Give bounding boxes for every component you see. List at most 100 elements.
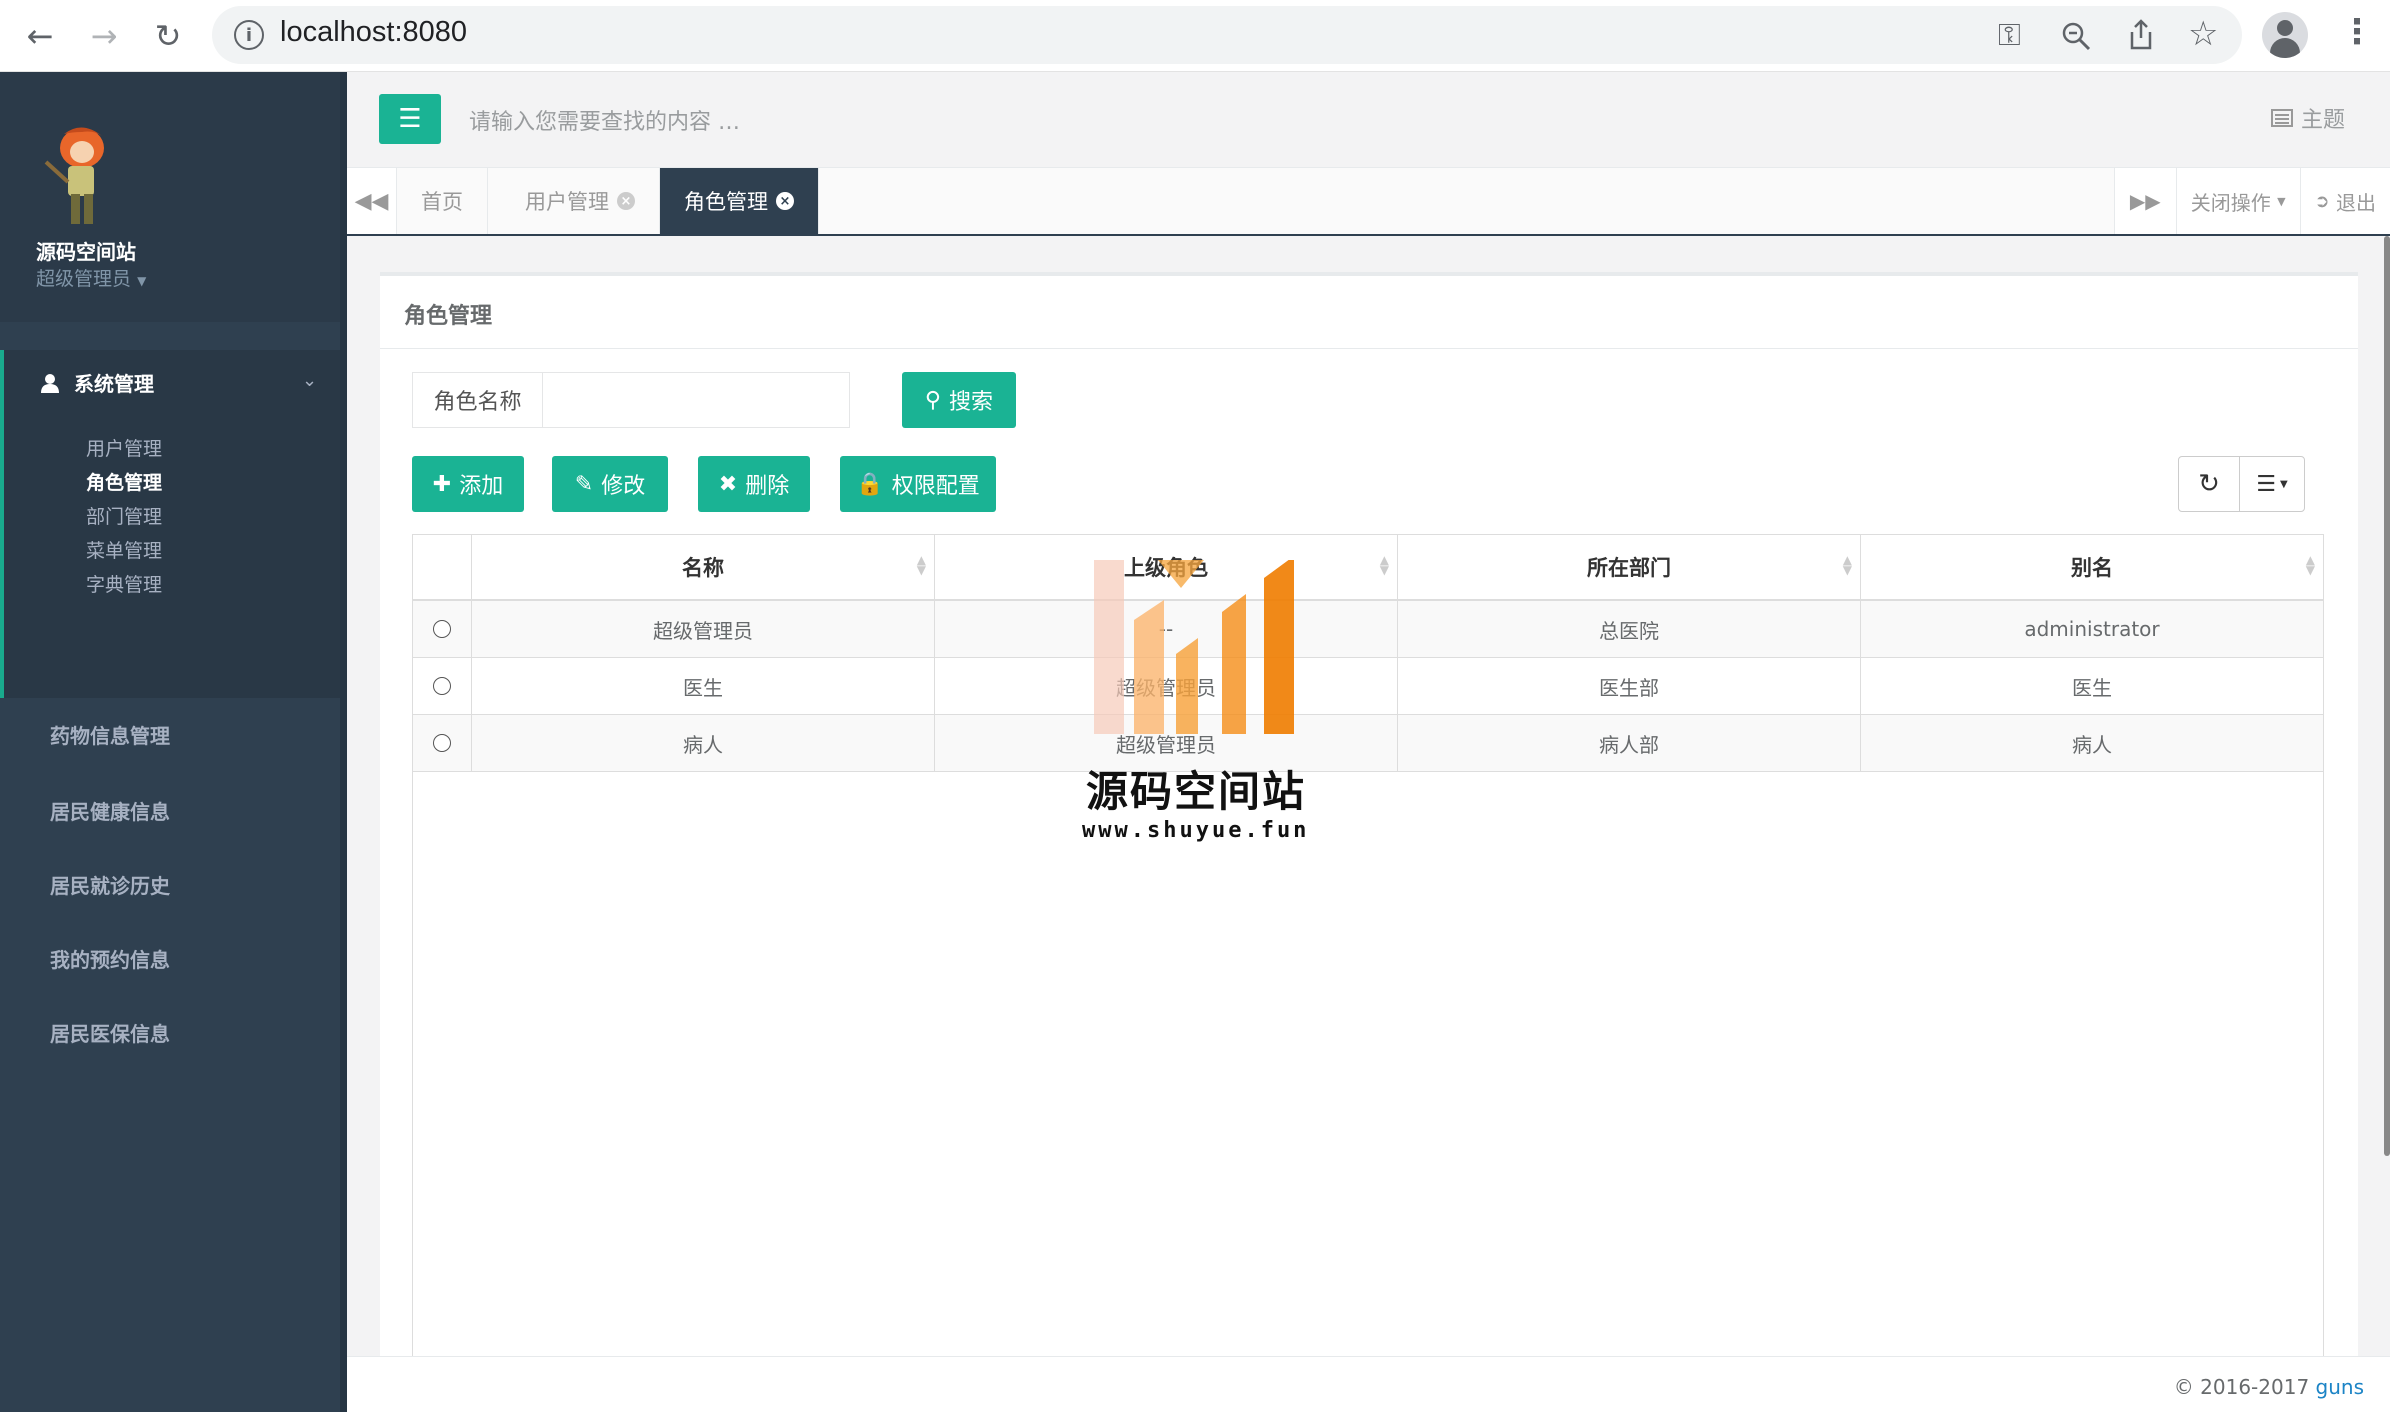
tab-users[interactable]: 用户管理 × <box>501 168 660 234</box>
columns-dropdown[interactable]: ☰ ▼ <box>2239 456 2305 512</box>
url-text[interactable]: localhost:8080 <box>280 16 467 49</box>
close-icon[interactable]: × <box>617 192 635 210</box>
column-header-dept[interactable]: 所在部门 ▲ ▼ <box>1397 535 1860 599</box>
delete-button[interactable]: ✖ 删除 <box>698 456 810 512</box>
search-label: 角色名称 <box>412 372 542 428</box>
theme-button[interactable]: 主题 <box>2271 102 2345 134</box>
sidebar: 源码空间站 超级管理员 ▼ 系统管理 ⌄ 用户管理 角色管理 部门管理 菜单管理… <box>0 72 347 1412</box>
close-ops-label: 关闭操作 <box>2190 190 2271 215</box>
panel-title: 角色管理 <box>404 304 493 329</box>
sidebar-item-appointments[interactable]: 我的预约信息 <box>50 944 170 973</box>
edit-button[interactable]: ✎ 修改 <box>552 456 668 512</box>
column-header-name[interactable]: 名称 ▲ ▼ <box>471 535 934 599</box>
info-icon[interactable]: i <box>234 20 264 50</box>
scrollbar[interactable] <box>2384 236 2390 1156</box>
sidebar-item-label: 系统管理 <box>74 372 154 396</box>
sidebar-item-insurance[interactable]: 居民医保信息 <box>50 1018 170 1047</box>
table-row[interactable]: 病人 超级管理员 病人部 病人 <box>413 715 2323 772</box>
reload-icon[interactable]: ↻ <box>146 14 190 58</box>
plus-icon: ✚ <box>432 471 452 497</box>
global-search-input[interactable]: 请输入您需要查找的内容 … <box>469 104 740 136</box>
radio-icon[interactable] <box>433 620 451 638</box>
delete-label: 删除 <box>745 474 790 499</box>
sidebar-item-system[interactable]: 系统管理 <box>40 368 154 397</box>
search-icon: ⚲ <box>924 387 942 413</box>
menu-icon[interactable]: ⋮ <box>2340 12 2374 52</box>
tabs-actions: ▶▶ 关闭操作 ▼ ➲ 退出 <box>2113 168 2390 234</box>
sidebar-item-visits[interactable]: 居民就诊历史 <box>50 870 170 899</box>
site-name: 源码空间站 <box>36 240 136 264</box>
cell-alias: 医生 <box>1860 658 2323 714</box>
sidebar-item-users[interactable]: 用户管理 <box>86 434 162 461</box>
back-icon[interactable]: ← <box>18 14 62 58</box>
cell-name: 医生 <box>471 658 934 714</box>
zoom-icon[interactable] <box>2060 20 2092 52</box>
address-bar[interactable]: i localhost:8080 ⚿ ☆ <box>212 6 2242 64</box>
sidebar-item-health[interactable]: 居民健康信息 <box>50 796 170 825</box>
theme-icon <box>2271 109 2293 127</box>
watermark-name: 源码空间站 <box>1086 767 1307 816</box>
caret-down-icon: ▼ <box>2277 194 2286 208</box>
column-label: 名称 <box>682 556 724 580</box>
watermark-logo <box>1094 560 1294 734</box>
chevron-down-icon[interactable]: ⌄ <box>302 370 317 391</box>
guns-link[interactable]: guns <box>2316 1375 2364 1399</box>
sidebar-item-drugs[interactable]: 药物信息管理 <box>50 720 170 749</box>
refresh-icon: ↻ <box>2198 469 2220 499</box>
sign-out-icon: ➲ <box>2314 190 2330 212</box>
role-name-input[interactable] <box>542 372 850 428</box>
close-icon[interactable]: × <box>776 192 794 210</box>
tabs-scroll-right-icon[interactable]: ▶▶ <box>2113 168 2176 234</box>
row-radio[interactable] <box>413 715 471 771</box>
tab-home[interactable]: 首页 <box>397 168 488 234</box>
edit-label: 修改 <box>601 474 646 499</box>
logout-button[interactable]: ➲ 退出 <box>2299 168 2390 234</box>
profile-icon[interactable] <box>2262 12 2308 58</box>
share-icon[interactable] <box>2126 18 2156 52</box>
add-label: 添加 <box>459 474 504 499</box>
bars-icon: ☰ <box>398 104 422 134</box>
add-button[interactable]: ✚ 添加 <box>412 456 524 512</box>
page-tabs: ◀◀ 首页 用户管理 × 角色管理 × ▶▶ 关闭操作 ▼ ➲ 退出 <box>347 168 2390 236</box>
user-profile: 源码空间站 超级管理员 ▼ <box>0 72 340 322</box>
tabs-scroll-left-icon[interactable]: ◀◀ <box>347 168 397 234</box>
table-row[interactable]: 超级管理员 -- 总医院 administrator <box>413 601 2323 658</box>
radio-icon[interactable] <box>433 734 451 752</box>
radio-icon[interactable] <box>433 677 451 695</box>
sidebar-toggle-button[interactable]: ☰ <box>379 94 441 144</box>
forward-icon[interactable]: → <box>82 14 126 58</box>
edit-icon: ✎ <box>574 471 594 497</box>
sidebar-item-departments[interactable]: 部门管理 <box>86 502 162 529</box>
close-operations-dropdown[interactable]: 关闭操作 ▼ <box>2175 168 2300 234</box>
star-icon[interactable]: ☆ <box>2188 14 2218 54</box>
tab-roles[interactable]: 角色管理 × <box>660 168 819 234</box>
footer: © 2016-2017 guns <box>347 1356 2390 1412</box>
role-dropdown[interactable]: 超级管理员 ▼ <box>36 264 146 291</box>
table-row[interactable]: 医生 超级管理员 医生部 医生 <box>413 658 2323 715</box>
key-icon[interactable]: ⚿ <box>1998 18 2021 53</box>
sort-icon: ▲ ▼ <box>916 553 926 577</box>
sidebar-item-menus[interactable]: 菜单管理 <box>86 536 162 563</box>
row-radio[interactable] <box>413 658 471 714</box>
search-button[interactable]: ⚲ 搜索 <box>902 372 1016 428</box>
search-button-label: 搜索 <box>949 390 994 415</box>
sidebar-edge <box>340 72 347 1412</box>
tab-label: 用户管理 <box>525 190 609 214</box>
sidebar-item-roles[interactable]: 角色管理 <box>86 468 162 495</box>
cell-name: 超级管理员 <box>471 601 934 657</box>
browser-toolbar: ← → ↻ i localhost:8080 ⚿ ☆ ⋮ <box>0 0 2390 72</box>
role-panel: 角色管理 角色名称 ⚲ 搜索 ✚ 添加 ✎ 修改 ✖ 删除 🔒 权限配置 ↻ ☰ ▼ 名称 ▲… <box>380 272 2358 1360</box>
role-table: 名称▲▼ 上级角色▲▼ 所在部门▲▼ 别名▲▼ 超级管理员 -- 总医院 adm… <box>412 534 2324 1360</box>
refresh-button[interactable]: ↻ <box>2178 456 2240 512</box>
avatar[interactable] <box>38 122 124 234</box>
cell-alias: 病人 <box>1860 715 2323 771</box>
cell-alias: administrator <box>1860 601 2323 657</box>
top-navbar: ☰ 请输入您需要查找的内容 … 主题 <box>347 72 2390 168</box>
column-header-alias[interactable]: 别名 ▲ ▼ <box>1860 535 2323 599</box>
caret-down-icon: ▼ <box>137 274 147 288</box>
sidebar-item-dictionary[interactable]: 字典管理 <box>86 570 162 597</box>
permission-button[interactable]: 🔒 权限配置 <box>840 456 996 512</box>
list-icon: ☰ <box>2256 471 2277 497</box>
role-label: 超级管理员 <box>36 268 132 290</box>
row-radio[interactable] <box>413 601 471 657</box>
